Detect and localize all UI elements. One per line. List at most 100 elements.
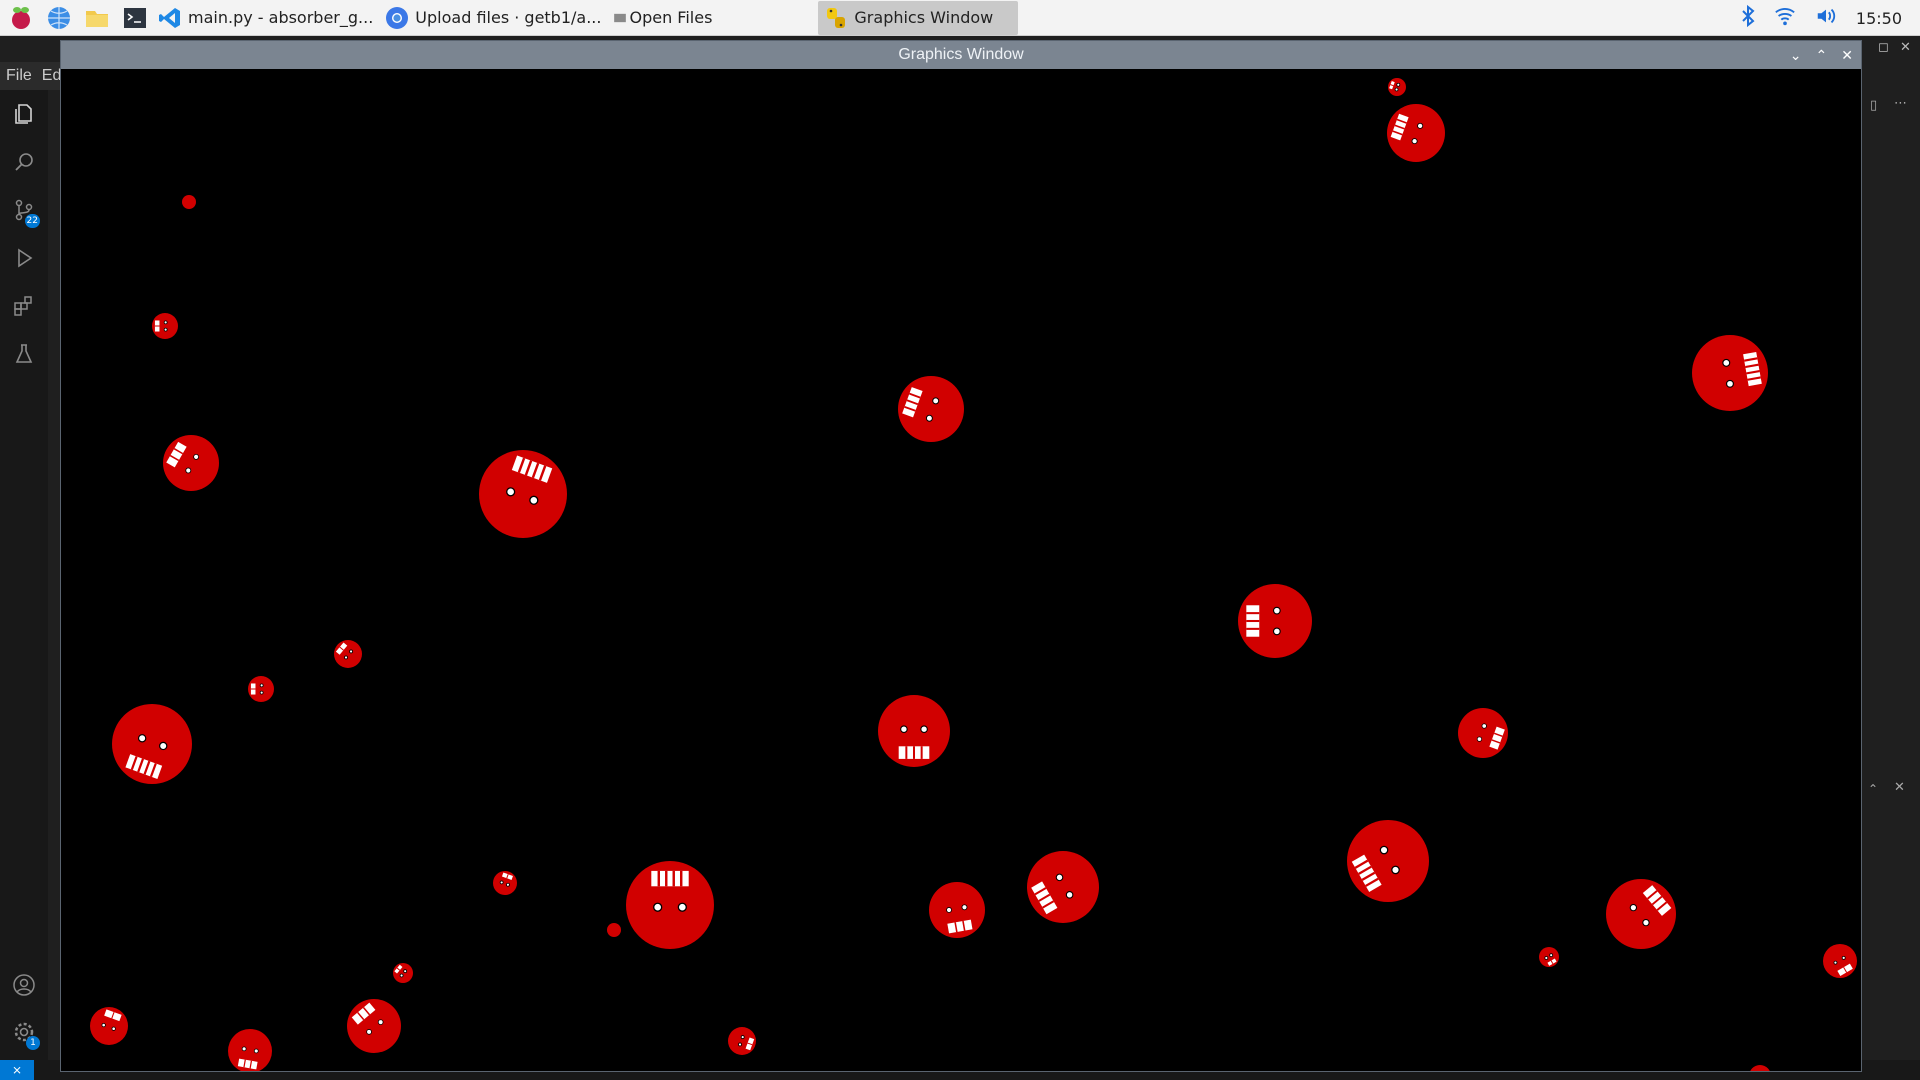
maximize-chevron-icon[interactable]: ⌃ [1816, 47, 1828, 64]
blob-eye [403, 969, 408, 974]
graphics-window-titlebar[interactable]: Graphics Window ⌄ ⌃ ✕ [61, 41, 1861, 69]
chromium-icon [385, 6, 409, 30]
absorber-blob [1458, 708, 1508, 758]
folder-small-icon [613, 6, 627, 30]
blob-eye [1411, 138, 1418, 145]
blob-body [607, 923, 621, 937]
task-open-files-label: Open Files [629, 8, 713, 27]
source-control-badge: 22 [24, 214, 40, 228]
blob-eye [1055, 873, 1064, 882]
absorber-blob [1388, 78, 1406, 96]
vscode-editor-right-edge: ▯ ⋯ ⌃ ✕ [1862, 90, 1920, 1060]
testing-flask-icon[interactable] [0, 332, 48, 376]
task-graphics-window[interactable]: Graphics Window [818, 0, 1019, 35]
absorber-blob [347, 999, 401, 1053]
blob-eye [1481, 723, 1487, 729]
bluetooth-icon[interactable] [1740, 4, 1756, 32]
blob-eye [1272, 606, 1281, 615]
blob-body [1750, 1065, 1770, 1071]
terminal-launcher-icon[interactable] [118, 1, 152, 35]
blob-eye [738, 1042, 742, 1047]
blob-eye [253, 1048, 259, 1054]
task-vscode[interactable]: main.py - absorber_g... [152, 1, 379, 35]
blob-eye [344, 655, 348, 660]
blob-eye [137, 734, 147, 743]
absorber-blob [728, 1027, 756, 1055]
blob-eye [111, 1026, 116, 1031]
absorber-blob [878, 695, 950, 767]
blob-eye [506, 882, 510, 887]
absorber-blob [248, 676, 274, 702]
raspberry-menu-icon[interactable] [4, 1, 38, 35]
blob-eye [1396, 82, 1401, 87]
blob-eye [101, 1022, 106, 1028]
wifi-icon[interactable] [1774, 5, 1796, 31]
run-debug-icon[interactable] [0, 236, 48, 280]
blob-eye [1544, 956, 1549, 960]
absorber-blob [1692, 335, 1768, 411]
absorber-blob [607, 923, 621, 937]
task-chromium[interactable]: Upload files · getb1/a... [379, 1, 607, 35]
volume-icon[interactable] [1814, 5, 1838, 31]
task-vscode-label: main.py - absorber_g... [188, 8, 374, 27]
panel-close-icon[interactable]: ✕ [1894, 780, 1905, 795]
absorber-blob [1606, 879, 1676, 949]
web-browser-launcher-icon[interactable] [42, 1, 76, 35]
blob-eye [1841, 955, 1846, 960]
absorber-blob [1238, 584, 1312, 658]
clock[interactable]: 15:50 [1856, 9, 1902, 28]
blob-eye [932, 397, 940, 405]
blob-eye [399, 973, 404, 978]
source-control-icon[interactable]: 22 [0, 188, 48, 232]
blob-eye [1065, 891, 1074, 899]
absorber-blob [1539, 947, 1559, 967]
vscode-maximize-icon[interactable]: ◻ [1878, 40, 1889, 55]
blob-eye [193, 453, 200, 460]
task-chromium-label: Upload files · getb1/a... [415, 8, 602, 27]
blob-eye [1833, 960, 1838, 965]
blob-body [334, 640, 362, 668]
absorber-blob [152, 313, 178, 339]
python-icon [824, 6, 848, 30]
panel-maximize-icon[interactable]: ⌃ [1868, 782, 1878, 796]
absorber-blob [1347, 820, 1429, 902]
blob-eye [259, 690, 264, 695]
file-manager-launcher-icon[interactable] [80, 1, 114, 35]
absorber-blob [393, 963, 413, 983]
menu-edit[interactable]: Ed [42, 67, 62, 85]
absorber-blob [898, 376, 964, 442]
remote-indicator-icon[interactable]: ⨯ [0, 1060, 34, 1080]
close-icon[interactable]: ✕ [1841, 47, 1853, 64]
blob-teeth [898, 746, 930, 759]
settings-badge: 1 [26, 1036, 40, 1050]
accounts-icon[interactable] [0, 963, 48, 1007]
vscode-activity-bar: 22 1 [0, 90, 48, 1060]
absorber-blob [493, 871, 517, 895]
blob-eye [1725, 379, 1734, 388]
absorber-blob [90, 1007, 128, 1045]
menu-file[interactable]: File [6, 67, 32, 85]
blob-teeth [651, 870, 689, 887]
blob-eye [1417, 122, 1424, 129]
blob-eye [925, 414, 933, 422]
blob-eye [1642, 918, 1650, 927]
blob-body [393, 963, 413, 983]
task-open-files[interactable]: Open Files [607, 1, 718, 35]
explorer-icon[interactable] [0, 92, 48, 136]
vscode-menubar: File Ed [0, 62, 62, 90]
absorber-blob [1027, 851, 1099, 923]
minimize-chevron-icon[interactable]: ⌄ [1790, 47, 1802, 64]
absorber-blob [1750, 1065, 1770, 1071]
blob-eye [653, 902, 663, 912]
settings-gear-icon[interactable]: 1 [0, 1010, 48, 1054]
extensions-icon[interactable] [0, 284, 48, 328]
vscode-close-icon[interactable]: ✕ [1900, 40, 1911, 55]
absorber-blob [163, 435, 219, 491]
blob-eye [920, 725, 928, 733]
absorber-blob [626, 861, 714, 949]
blob-eye [366, 1029, 372, 1035]
more-actions-icon[interactable]: ⋯ [1894, 96, 1907, 111]
search-icon[interactable] [0, 140, 48, 184]
split-editor-icon[interactable]: ▯ [1870, 98, 1877, 113]
game-canvas[interactable] [61, 69, 1861, 1071]
